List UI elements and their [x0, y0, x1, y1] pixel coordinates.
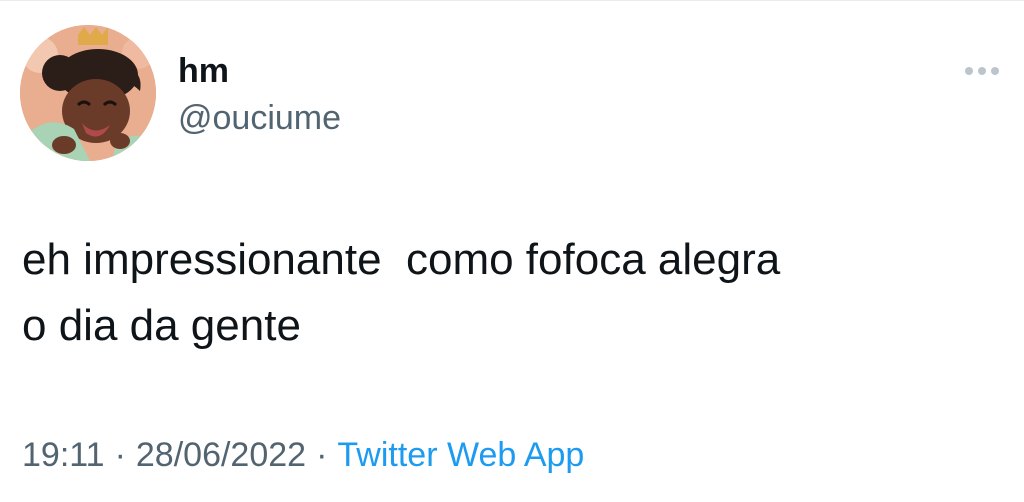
tweet-card: hm @ouciume eh impressionante como fofoc… — [0, 0, 1024, 502]
tweet-source-link[interactable]: Twitter Web App — [337, 436, 584, 474]
tweet-text-line-1: eh impressionante como fofoca alegra — [22, 235, 781, 284]
more-options-button[interactable] — [958, 53, 1006, 89]
tweet-date[interactable]: 28/06/2022 — [136, 436, 306, 474]
avatar[interactable] — [20, 25, 156, 161]
tweet-metadata: 19:11 · 28/06/2022 · Twitter Web App — [22, 433, 584, 477]
display-name[interactable]: hm — [178, 51, 229, 91]
more-horizontal-icon-dot — [978, 67, 986, 75]
tweet-time[interactable]: 19:11 — [22, 436, 105, 474]
separator: · — [316, 436, 328, 474]
more-horizontal-icon — [965, 67, 973, 75]
user-handle[interactable]: @ouciume — [178, 98, 341, 138]
more-horizontal-icon-dot — [991, 67, 999, 75]
avatar-illustration — [20, 25, 156, 161]
tweet-text-line-2: o dia da gente — [22, 301, 301, 350]
tweet-text: eh impressionante como fofoca alegra o d… — [22, 227, 1002, 359]
separator: · — [114, 436, 126, 474]
